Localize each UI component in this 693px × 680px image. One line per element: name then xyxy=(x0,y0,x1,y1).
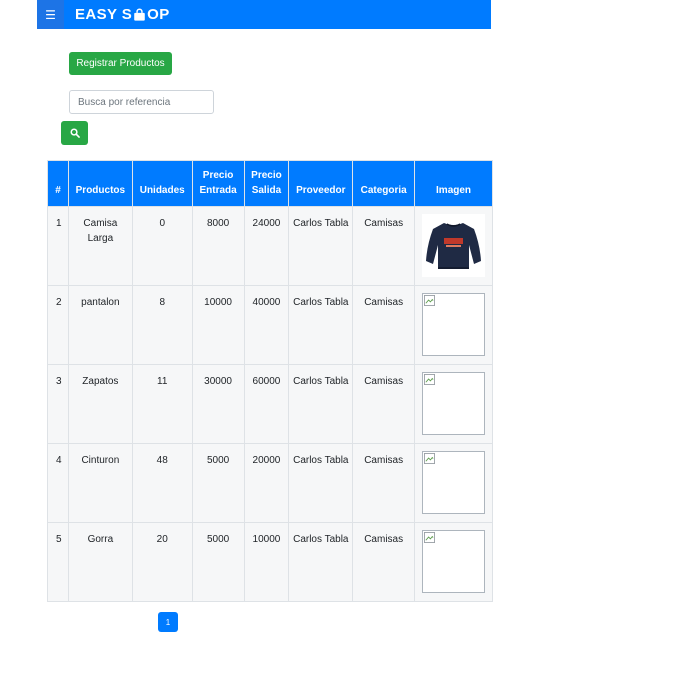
product-image[interactable] xyxy=(422,214,486,277)
top-navbar: ☰ EASY S OP xyxy=(37,0,491,29)
cell-imagen xyxy=(414,364,493,444)
table-row: 5 Gorra 20 5000 10000 Carlos Tabla Camis… xyxy=(47,522,493,602)
cell-precio-entrada: 30000 xyxy=(191,364,245,444)
register-products-button[interactable]: Registrar Productos xyxy=(69,52,172,75)
product-image[interactable] xyxy=(422,293,486,356)
cell-producto: pantalon xyxy=(67,285,133,365)
cell-precio-salida: 60000 xyxy=(243,364,290,444)
header-precio-salida: Precio Salida xyxy=(243,160,290,207)
cell-unidades: 48 xyxy=(131,443,193,523)
table-row: 1 Camisa Larga 0 8000 24000 Carlos Tabla… xyxy=(47,206,493,286)
cell-id: 1 xyxy=(47,206,69,286)
cell-proveedor: Carlos Tabla xyxy=(288,285,354,365)
table-header-row: # Productos Unidades Precio Entrada Prec… xyxy=(47,160,493,207)
cell-precio-entrada: 5000 xyxy=(191,522,245,602)
header-categoria: Categoria xyxy=(352,160,416,207)
cell-id: 5 xyxy=(47,522,69,602)
cell-unidades: 11 xyxy=(131,364,193,444)
cell-precio-salida: 24000 xyxy=(243,206,290,286)
header-unidades: Unidades xyxy=(131,160,193,207)
brand-text-end: OP xyxy=(147,6,170,23)
table-row: 4 Cinturon 48 5000 20000 Carlos Tabla Ca… xyxy=(47,443,493,523)
cell-producto: Camisa Larga xyxy=(67,206,133,286)
header-proveedor: Proveedor xyxy=(288,160,354,207)
search-icon xyxy=(70,128,80,138)
header-imagen: Imagen xyxy=(414,160,493,207)
pagination-page-1[interactable]: 1 xyxy=(158,612,178,632)
cell-unidades: 8 xyxy=(131,285,193,365)
long-sleeve-shirt-icon xyxy=(422,214,486,277)
cell-precio-salida: 20000 xyxy=(243,443,290,523)
cell-imagen xyxy=(414,443,493,523)
broken-image-icon xyxy=(424,374,436,385)
cell-precio-salida: 40000 xyxy=(243,285,290,365)
cell-imagen xyxy=(414,522,493,602)
table-row: 3 Zapatos 11 30000 60000 Carlos Tabla Ca… xyxy=(47,364,493,444)
cell-categoria: Camisas xyxy=(352,364,416,444)
cell-proveedor: Carlos Tabla xyxy=(288,443,354,523)
cell-precio-entrada: 5000 xyxy=(191,443,245,523)
broken-image-icon xyxy=(424,295,436,306)
brand-text-start: EASY S xyxy=(75,6,133,23)
broken-image-icon xyxy=(424,453,436,464)
table-row: 2 pantalon 8 10000 40000 Carlos Tabla Ca… xyxy=(47,285,493,365)
products-table: # Productos Unidades Precio Entrada Prec… xyxy=(47,160,493,602)
cell-precio-entrada: 10000 xyxy=(191,285,245,365)
product-image[interactable] xyxy=(422,372,486,435)
cell-producto: Cinturon xyxy=(67,443,133,523)
cell-unidades: 0 xyxy=(131,206,193,286)
header-number: # xyxy=(47,160,69,207)
broken-image-icon xyxy=(424,532,436,543)
brand-logo[interactable]: EASY S OP xyxy=(75,6,170,23)
cell-categoria: Camisas xyxy=(352,206,416,286)
cell-precio-entrada: 8000 xyxy=(191,206,245,286)
shopping-bag-icon xyxy=(134,8,145,21)
cell-categoria: Camisas xyxy=(352,522,416,602)
cell-categoria: Camisas xyxy=(352,285,416,365)
cell-proveedor: Carlos Tabla xyxy=(288,364,354,444)
cell-precio-salida: 10000 xyxy=(243,522,290,602)
product-image[interactable] xyxy=(422,451,486,514)
cell-proveedor: Carlos Tabla xyxy=(288,522,354,602)
cell-id: 3 xyxy=(47,364,69,444)
cell-producto: Gorra xyxy=(67,522,133,602)
cell-imagen xyxy=(414,206,493,286)
search-input[interactable] xyxy=(69,90,214,114)
cell-imagen xyxy=(414,285,493,365)
cell-unidades: 20 xyxy=(131,522,193,602)
product-image[interactable] xyxy=(422,530,486,593)
header-productos: Productos xyxy=(67,160,133,207)
cell-producto: Zapatos xyxy=(67,364,133,444)
cell-id: 4 xyxy=(47,443,69,523)
cell-id: 2 xyxy=(47,285,69,365)
header-precio-entrada: Precio Entrada xyxy=(191,160,245,207)
search-button[interactable] xyxy=(61,121,88,145)
cell-proveedor: Carlos Tabla xyxy=(288,206,354,286)
hamburger-icon[interactable]: ☰ xyxy=(37,0,64,29)
cell-categoria: Camisas xyxy=(352,443,416,523)
